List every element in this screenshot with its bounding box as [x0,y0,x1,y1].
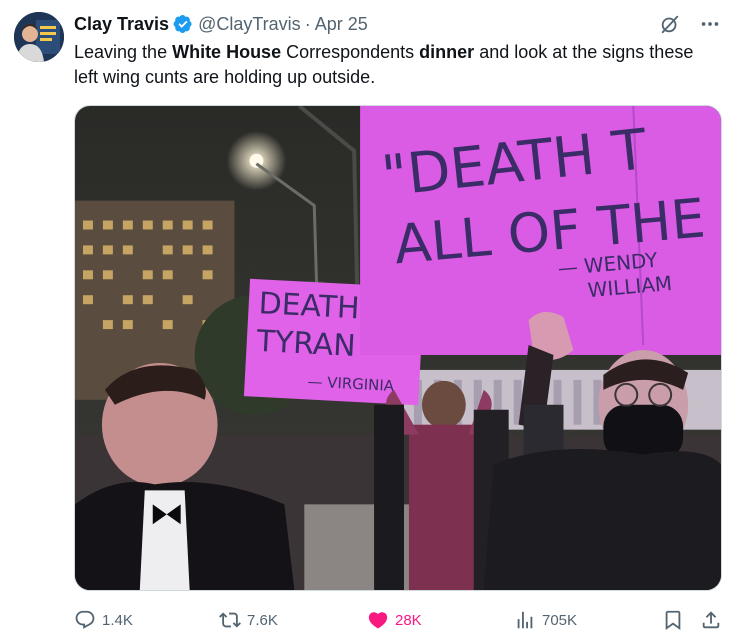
views-icon [517,611,533,629]
retweet-icon [219,612,241,628]
like-button[interactable]: 28K [367,606,422,634]
bookmark-button[interactable] [662,606,684,634]
tweet-actions-bar: 1.4K 7.6K 28K 705K [74,606,724,634]
more-icon[interactable] [699,13,721,35]
tweet-card[interactable]: Clay Travis @ClayTravis · Apr 25 Leaving… [0,0,741,644]
tweet-text-part: Correspondents [281,42,420,62]
separator-dot: · [304,13,311,34]
tweet-date[interactable]: Apr 25 [315,14,368,35]
retweet-count: 7.6K [247,611,278,629]
avatar[interactable] [14,12,64,62]
retweet-button[interactable]: 7.6K [219,606,278,634]
tweet-text-bold: dinner [419,42,475,62]
tweet-top-actions [659,13,721,35]
views-count: 705K [542,611,578,629]
tweet-text: Leaving the White House Correspondents d… [74,40,714,90]
reply-button[interactable]: 1.4K [74,606,133,634]
tweet-header: Clay Travis @ClayTravis · Apr 25 [74,13,368,35]
author-handle[interactable]: @ClayTravis [198,14,301,35]
sign-left-line1: DEATH [258,286,360,326]
share-button[interactable] [700,606,722,634]
reply-icon [75,610,95,629]
tweet-text-part: Leaving the [74,42,173,62]
sign-left-line2: TYRAN [255,324,357,364]
bookmark-icon [665,610,681,631]
share-icon [702,611,720,629]
heart-icon [368,612,388,629]
verified-badge-icon[interactable] [173,14,193,34]
grok-icon[interactable] [659,13,681,35]
tweet-text-bold: White House [172,42,282,62]
reply-count: 1.4K [102,611,133,629]
views-button[interactable]: 705K [514,606,577,634]
like-count: 28K [395,611,422,629]
author-name[interactable]: Clay Travis [74,14,169,35]
tweet-photo[interactable]: DEATH TYRAN — VIRGINIA "DEATH T ALL OF T… [74,105,722,591]
